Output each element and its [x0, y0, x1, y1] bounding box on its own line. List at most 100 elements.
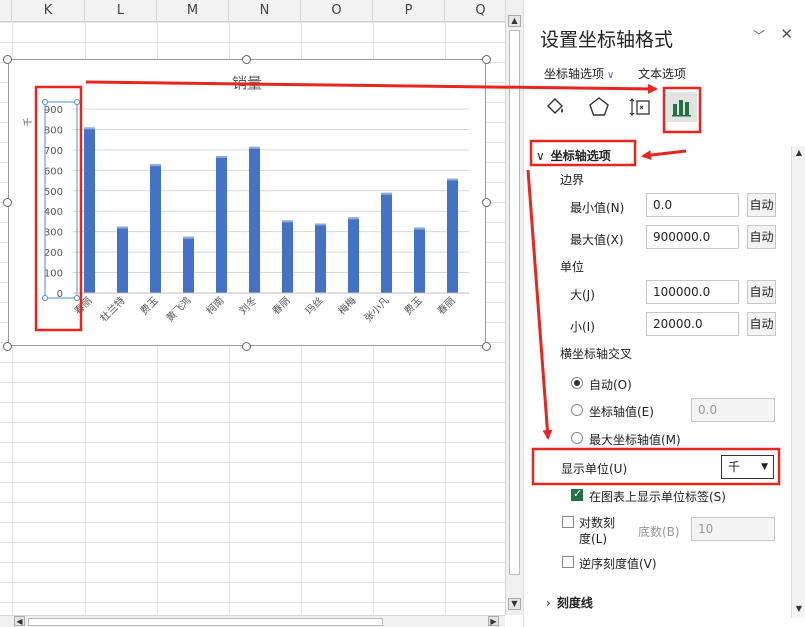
- x-tick-label: 费玉: [401, 294, 424, 317]
- log-base-input[interactable]: 10: [691, 517, 775, 541]
- column-header-l[interactable]: L: [85, 0, 157, 22]
- format-axis-pane: 设置坐标轴格式 ﹀ ✕ 坐标轴选项 ∨ 文本选项 ∨ 坐标轴选项 边界 最小值(…: [523, 0, 805, 627]
- column-header-partial[interactable]: [0, 0, 12, 22]
- column-header-k[interactable]: K: [12, 0, 85, 22]
- bar: [183, 236, 194, 293]
- minor-unit-input[interactable]: 20000.0: [646, 312, 739, 336]
- pane-title: 设置坐标轴格式: [540, 29, 674, 51]
- display-units-select[interactable]: 千 ▼: [721, 455, 774, 479]
- major-auto-button[interactable]: 自动: [747, 280, 776, 304]
- resize-handle-top-right[interactable]: [482, 55, 491, 64]
- resize-handle-bottom[interactable]: [242, 342, 251, 351]
- x-tick-label: 杜兰特: [97, 294, 127, 324]
- scroll-left-icon[interactable]: ◀: [14, 616, 25, 626]
- resize-handle-top-left[interactable]: [3, 55, 12, 64]
- radio-crosses-value[interactable]: [571, 404, 583, 416]
- vertical-scrollbar[interactable]: ▲ ▼: [505, 0, 523, 615]
- radio-crosses-max[interactable]: [571, 432, 583, 444]
- pane-scrollbar[interactable]: ▲ ▼: [791, 146, 805, 618]
- reverse-order-checkbox[interactable]: [562, 556, 574, 568]
- bar-highlight: [150, 164, 161, 167]
- bar: [447, 178, 458, 293]
- bar: [150, 164, 161, 293]
- horizontal-axis-crosses-label: 横坐标轴交叉: [560, 347, 633, 361]
- x-tick-label: 张小凡: [362, 295, 392, 325]
- chevron-right-icon: ›: [546, 596, 551, 610]
- chevron-down-icon: ∨: [536, 149, 545, 163]
- tab-axis-options[interactable]: 坐标轴选项 ∨: [544, 65, 614, 82]
- column-header-o[interactable]: O: [301, 0, 373, 22]
- scroll-down-icon[interactable]: ▼: [794, 604, 804, 614]
- y-tick-label: 300: [44, 228, 63, 239]
- y-tick-label: 400: [44, 207, 63, 218]
- resize-handle-top[interactable]: [242, 55, 251, 64]
- scroll-right-icon[interactable]: ▶: [488, 616, 499, 626]
- excel-window: K L M N O P Q 销量千 900 800 700 600 500 400 300 20…: [0, 0, 805, 627]
- log-scale-label-line2: 度(L): [579, 532, 608, 546]
- fill-line-icon[interactable]: [541, 92, 571, 122]
- min-auto-button[interactable]: 自动: [747, 193, 776, 217]
- x-tick-label: 刘冬: [236, 294, 259, 317]
- max-auto-button[interactable]: 自动: [747, 225, 776, 249]
- display-unit-label: 千: [23, 117, 34, 126]
- resize-handle-bottom-right[interactable]: [482, 342, 491, 351]
- spreadsheet-area: K L M N O P Q 销量千 900 800 700 600 500 400 300 20…: [0, 0, 505, 627]
- minor-auto-button[interactable]: 自动: [747, 312, 776, 336]
- horizontal-scroll-thumb[interactable]: [28, 618, 383, 626]
- log-scale-checkbox[interactable]: [562, 516, 574, 528]
- radio-crosses-auto[interactable]: [571, 377, 583, 389]
- units-label: 单位: [560, 260, 585, 274]
- max-bound-label: 最大值(X): [570, 233, 624, 247]
- x-tick-label: 春丽: [270, 295, 293, 318]
- tab-axis-options-label: 坐标轴选项: [544, 67, 605, 81]
- chart-object[interactable]: 销量千 900 800 700 600 500 400 300 200 100 0 春丽 杜兰特 费玉 黄飞…: [8, 59, 486, 346]
- scroll-down-icon[interactable]: ▼: [508, 598, 521, 610]
- x-tick-label: 柯南: [203, 294, 226, 317]
- close-icon[interactable]: ✕: [780, 25, 793, 43]
- effects-pentagon-icon[interactable]: [584, 92, 614, 122]
- y-tick-label: 800: [44, 125, 63, 136]
- bar: [117, 226, 128, 293]
- axis-options-bar-icon[interactable]: [667, 92, 697, 122]
- display-units-value: 千: [728, 460, 741, 474]
- bar-highlight: [381, 192, 392, 195]
- column-header-n[interactable]: N: [229, 0, 301, 22]
- reverse-order-label: 逆序刻度值(V): [579, 557, 657, 571]
- bar-highlight: [447, 178, 458, 181]
- chevron-down-icon[interactable]: ﹀: [753, 27, 765, 44]
- column-header-q[interactable]: Q: [445, 0, 505, 22]
- y-tick-label: 700: [44, 146, 63, 157]
- bounds-label: 边界: [560, 173, 585, 187]
- x-tick-label: 春丽: [435, 295, 458, 318]
- bar-chart: 销量千9008007006005004003002001000春丽 杜兰特 费玉 黄飞…: [23, 74, 469, 325]
- x-tick-label: 梅梅: [335, 294, 358, 317]
- crosses-value-input[interactable]: 0.0: [691, 398, 775, 422]
- bar: [216, 156, 227, 293]
- show-units-label-checkbox[interactable]: [571, 487, 583, 501]
- y-tick-label: 600: [44, 166, 63, 177]
- max-bound-input[interactable]: 900000.0: [646, 225, 739, 249]
- scroll-up-icon[interactable]: ▲: [508, 15, 521, 27]
- major-unit-input[interactable]: 100000.0: [646, 280, 739, 304]
- scroll-up-icon[interactable]: ▲: [794, 148, 804, 158]
- section-axis-options[interactable]: ∨ 坐标轴选项: [536, 147, 611, 164]
- size-properties-icon[interactable]: [626, 92, 656, 122]
- tab-text-options[interactable]: 文本选项: [638, 65, 686, 82]
- bar-highlight: [117, 226, 128, 229]
- min-bound-input[interactable]: 0.0: [646, 193, 739, 217]
- bar-highlight: [216, 156, 227, 159]
- section-tick-marks[interactable]: › 刻度线: [546, 594, 593, 611]
- y-tick-label: 500: [44, 187, 63, 198]
- major-unit-label: 大(J): [570, 288, 595, 302]
- display-units-label: 显示单位(U): [561, 462, 628, 476]
- column-header-p[interactable]: P: [373, 0, 445, 22]
- vertical-scroll-thumb[interactable]: [509, 30, 520, 575]
- resize-handle-left[interactable]: [3, 198, 12, 207]
- horizontal-scrollbar[interactable]: ◀ ▶: [0, 615, 505, 627]
- column-header-bar: K L M N O P Q: [0, 0, 505, 22]
- y-tick-label: 200: [44, 248, 63, 259]
- bar-highlight: [183, 236, 194, 239]
- column-header-m[interactable]: M: [157, 0, 229, 22]
- resize-handle-right[interactable]: [482, 198, 491, 207]
- resize-handle-bottom-left[interactable]: [3, 342, 12, 351]
